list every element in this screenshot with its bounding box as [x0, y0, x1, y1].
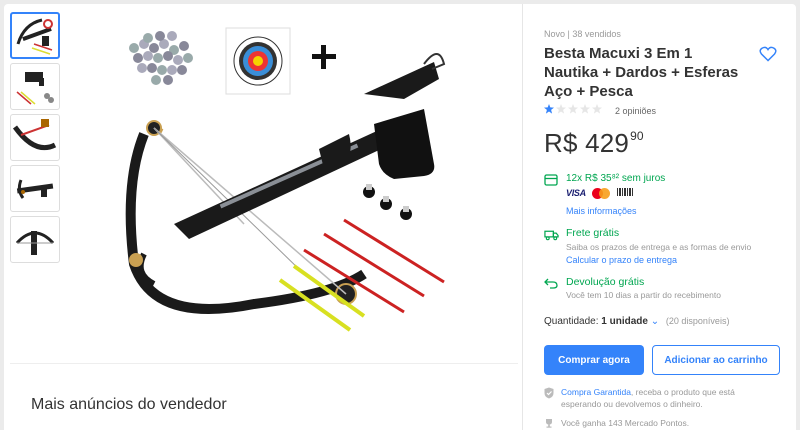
add-to-cart-button[interactable]: Adicionar ao carrinho: [652, 345, 780, 375]
thumbnail-4[interactable]: [10, 165, 60, 212]
buy-box: Novo | 38 vendidos Besta Macuxi 3 Em 1 N…: [522, 4, 800, 430]
shipping-title: Frete grátis: [566, 227, 620, 239]
crossbow-thumb-image: [16, 179, 54, 199]
star-empty-icon: [592, 104, 602, 114]
crossbow-thumb-image: [12, 119, 57, 151]
price-currency: R$: [544, 128, 578, 158]
price-integer: 429: [585, 128, 630, 158]
steel-balls-icon: [129, 31, 193, 85]
shield-icon: [544, 387, 554, 399]
star-filled-icon: [544, 104, 554, 114]
quantity-value: 1 unidade: [601, 316, 648, 327]
quantity-label: Quantidade:: [544, 316, 602, 327]
target-icon: [225, 27, 291, 95]
reviews-count[interactable]: 2 opiniões: [615, 106, 656, 116]
quantity-available: (20 disponíveis): [665, 316, 730, 326]
condition-label: Novo: [544, 29, 566, 39]
returns-title: Devolução grátis: [566, 276, 645, 288]
guarantee-link[interactable]: Compra Garantida: [561, 387, 631, 397]
return-arrow-icon: [544, 278, 558, 289]
boleto-icon: [616, 188, 633, 196]
chevron-down-icon: ⌄: [650, 316, 660, 327]
thumbnail-gallery: [10, 12, 60, 267]
mercado-points: Você ganha 143 Mercado Pontos.: [561, 418, 690, 428]
thumbnail-1[interactable]: [10, 12, 60, 59]
guarantee-text: Compra Garantida, receba o produto que e…: [561, 386, 771, 410]
price-cents: 90: [630, 129, 644, 143]
crossbow-thumb-image: [16, 18, 53, 55]
product-main-image[interactable]: [114, 24, 464, 344]
rating-stars[interactable]: [544, 104, 602, 114]
visa-icon: VISA: [566, 188, 586, 198]
product-card: Mais anúncios do vendedor Novo | 38 vend…: [4, 4, 796, 430]
star-empty-icon: [568, 104, 578, 114]
sold-count: 38 vendidos: [572, 29, 621, 39]
seller-section-title: Mais anúncios do vendedor: [31, 396, 227, 413]
thumbnail-2[interactable]: [10, 63, 60, 110]
heart-icon[interactable]: [759, 46, 777, 62]
more-info-link[interactable]: Mais informações: [566, 206, 637, 216]
buy-now-button[interactable]: Comprar agora: [544, 345, 644, 375]
returns-subtitle: Você tem 10 dias a partir do recebimento: [566, 290, 721, 300]
price: R$ 42990: [544, 128, 644, 159]
trophy-icon: [546, 419, 552, 428]
truck-icon: [544, 230, 559, 241]
product-title: Besta Macuxi 3 Em 1 Nautika + Dardos + E…: [544, 45, 739, 100]
shipping-calc-link[interactable]: Calcular o prazo de entrega: [566, 255, 677, 265]
payment-methods: VISA: [566, 187, 634, 199]
plus-icon: [312, 45, 336, 69]
broadhead-icon: [363, 184, 412, 220]
mastercard-icon: [591, 187, 610, 199]
thumbnail-3[interactable]: [10, 114, 60, 161]
star-empty-icon: [556, 104, 566, 114]
installments-text: 12x R$ 35⁸² sem juros: [566, 173, 666, 184]
quantity-selector[interactable]: Quantidade: 1 unidade ⌄ (20 disponíveis): [544, 316, 729, 327]
crossbow-thumb-image: [15, 231, 55, 255]
star-empty-icon: [580, 104, 590, 114]
shipping-subtitle: Saiba os prazos de entrega e as formas d…: [566, 242, 752, 252]
condition-sold: Novo | 38 vendidos: [544, 29, 621, 39]
section-divider: [10, 363, 518, 364]
credit-card-icon: [544, 174, 558, 186]
thumbnail-5[interactable]: [10, 216, 60, 263]
crossbow-thumb-image: [16, 72, 54, 105]
